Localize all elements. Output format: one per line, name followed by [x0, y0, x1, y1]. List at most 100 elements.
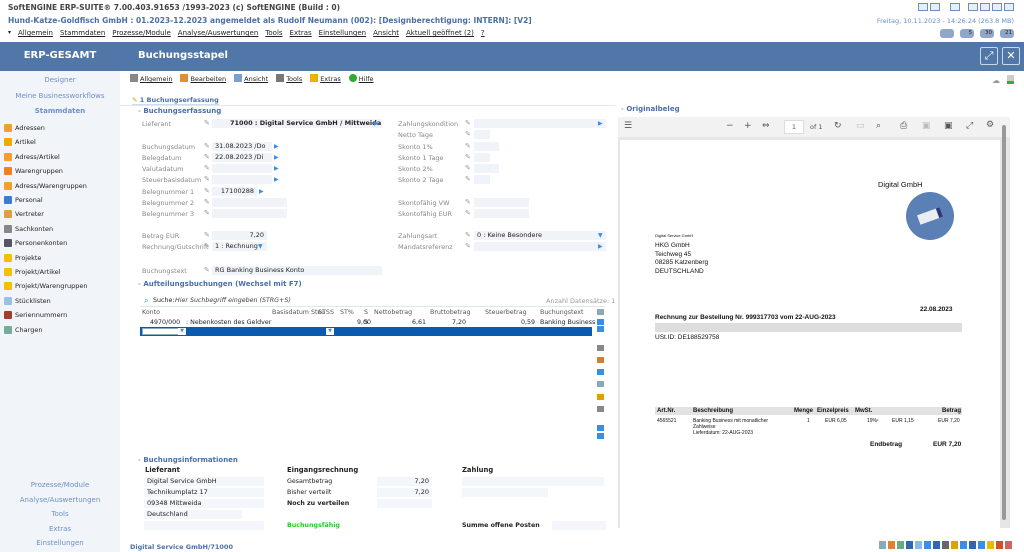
field-belegnummer-2[interactable] [212, 198, 287, 207]
arrow-icon[interactable]: ▶ [274, 154, 279, 161]
field-skontof-hig-eur[interactable] [474, 209, 529, 218]
columns-icon[interactable] [597, 381, 604, 387]
menu-tools[interactable]: Tools [265, 29, 282, 37]
sidebar-bottom-2[interactable]: Tools [0, 510, 120, 518]
pencil-icon[interactable]: ✎ [204, 209, 210, 217]
pencil-icon[interactable]: ✎ [204, 175, 210, 183]
column-header[interactable]: Steuerbetrag [485, 309, 527, 316]
status-tool-icon[interactable] [951, 541, 958, 549]
status-tool-icon[interactable] [888, 541, 895, 549]
sidebar-item-adress-artikel[interactable]: Adress/Artikel [4, 153, 60, 161]
zoom-in-icon[interactable]: + [744, 121, 752, 131]
chat-badge[interactable] [940, 29, 954, 38]
field-mandatsreferenz[interactable] [474, 242, 606, 251]
field-buchungsdatum[interactable]: 31.08.2023 /Do [212, 142, 272, 151]
chevron-down-icon[interactable]: ▼ [258, 243, 263, 250]
field-valutadatum[interactable] [212, 164, 272, 173]
status-tool-icon[interactable] [915, 541, 922, 549]
pencil-icon[interactable]: ✎ [204, 164, 210, 172]
menu-stammdaten[interactable]: Stammdaten [60, 29, 105, 37]
pencil-icon[interactable]: ✎ [204, 153, 210, 161]
menu-help[interactable]: ? [481, 29, 485, 37]
new-row-selected[interactable] [140, 327, 592, 336]
menu-analyse[interactable]: Analyse/Auswertungen [178, 29, 259, 37]
rotate-icon[interactable]: ↻ [834, 121, 842, 131]
tab-buchungserfassung[interactable]: ✎ 1 Buchungserfassung [132, 96, 219, 105]
pencil-icon[interactable]: ✎ [465, 175, 471, 183]
settings-icon[interactable] [918, 3, 928, 11]
pencil-icon[interactable]: ✎ [465, 198, 471, 206]
sidebar-item-personenkonten[interactable]: Personenkonten [4, 239, 67, 247]
pencil-icon[interactable]: ✎ [465, 153, 471, 161]
field-belegdatum[interactable]: 22.08.2023 /Di [212, 153, 272, 162]
toolbar-bearbeiten-button[interactable]: Bearbeiten [180, 74, 226, 83]
menu-ansicht[interactable]: Ansicht [373, 29, 399, 37]
arrow-icon[interactable]: ▶ [259, 188, 264, 195]
pencil-icon[interactable]: ✎ [204, 142, 210, 150]
pencil-icon[interactable]: ✎ [204, 242, 210, 250]
export-icon[interactable] [1007, 75, 1014, 84]
settings-icon[interactable] [597, 309, 604, 315]
menu-einstellungen[interactable]: Einstellungen [319, 29, 366, 37]
pencil-icon[interactable]: ✎ [204, 231, 210, 239]
status-tool-icon[interactable] [969, 541, 976, 549]
grid-icon[interactable] [597, 369, 604, 375]
pdf-scrollbar[interactable] [1002, 125, 1006, 520]
status-tool-icon[interactable] [933, 541, 940, 549]
search-input[interactable]: Hier Suchbegriff eingeben (STRG+S) [175, 297, 291, 304]
pencil-icon[interactable]: ✎ [465, 142, 471, 150]
arrow-icon[interactable]: ▶ [274, 143, 279, 150]
arrow-icon[interactable]: ▶ [274, 165, 279, 172]
cloud-icon[interactable]: ☁ [992, 76, 1000, 85]
arrow-icon[interactable]: ▶ [374, 120, 379, 127]
column-header[interactable]: STS [318, 309, 330, 316]
column-header[interactable]: Nettobetrag [374, 309, 412, 316]
column-header[interactable]: S [330, 309, 334, 316]
zoom-out-icon[interactable]: − [726, 121, 734, 131]
up-icon[interactable] [597, 326, 604, 332]
save-icon[interactable]: ▣ [922, 121, 931, 131]
sidebar-link-designer[interactable]: Designer [0, 76, 120, 84]
toolbar-extras-button[interactable]: Extras [310, 74, 341, 83]
status-tool-icon[interactable] [960, 541, 967, 549]
status-tool-icon[interactable] [1005, 541, 1012, 549]
gear-icon[interactable]: ⚙ [986, 120, 994, 130]
power-icon[interactable] [1004, 3, 1014, 11]
field-belegnummer-1[interactable]: 17100288 [212, 187, 257, 196]
status-tool-icon[interactable] [942, 541, 949, 549]
sidebar-item-st-cklisten[interactable]: Stücklisten [4, 297, 51, 305]
sidebar-item-projekt-warengruppen[interactable]: Projekt/Warengruppen [4, 282, 88, 290]
toolbar-tools-button[interactable]: Tools [276, 74, 302, 83]
toolbar-allgemein-button[interactable]: Allgemein [130, 74, 172, 83]
menu-allgemein[interactable]: Allgemein [18, 29, 53, 37]
field-buchungstext[interactable]: RG Banking Business Konto [212, 266, 382, 275]
sidebar-item-warengruppen[interactable]: Warengruppen [4, 167, 63, 175]
print-icon[interactable]: ⎙ [900, 121, 907, 131]
field-lieferant[interactable]: 71000 : Digital Service GmbH / Mittweida [212, 119, 382, 128]
status-tool-icon[interactable] [879, 541, 886, 549]
field-steuerbasisdatum[interactable] [212, 175, 272, 184]
column-header[interactable]: S [364, 309, 368, 316]
status-tool-icon[interactable] [978, 541, 985, 549]
toolbar-hilfe-button[interactable]: Hilfe [349, 74, 374, 83]
column-header[interactable]: Bruttobetrag [430, 309, 470, 316]
pencil-icon[interactable]: ✎ [465, 130, 471, 138]
fit-width-icon[interactable]: ⇔ [762, 121, 770, 131]
menu-prozesse[interactable]: Prozesse/Module [112, 29, 171, 37]
export-icon[interactable] [597, 357, 604, 363]
field-zahlungsart[interactable]: 0 : Keine Besondere [474, 231, 606, 240]
pencil-icon[interactable]: ✎ [465, 164, 471, 172]
lock-icon[interactable] [968, 3, 978, 11]
sidebar-item-adress-warengruppen[interactable]: Adress/Warengruppen [4, 182, 87, 190]
window-icon[interactable] [950, 3, 960, 11]
sidebar-bottom-0[interactable]: Prozesse/Module [0, 481, 120, 489]
sidebar-item-chargen[interactable]: Chargen [4, 326, 42, 334]
outline-icon[interactable]: ☰ [624, 121, 632, 131]
status-tool-icon[interactable] [906, 541, 913, 549]
column-header[interactable]: Konto [142, 309, 160, 316]
search-icon[interactable]: ⌕ [876, 121, 881, 131]
menu-aktuell[interactable]: Aktuell geöffnet (2) [406, 29, 474, 37]
sidebar-bottom-1[interactable]: Analyse/Auswertungen [0, 496, 120, 504]
arrow-icon[interactable]: ▶ [598, 243, 603, 250]
field-zahlungskondition[interactable] [474, 119, 606, 128]
